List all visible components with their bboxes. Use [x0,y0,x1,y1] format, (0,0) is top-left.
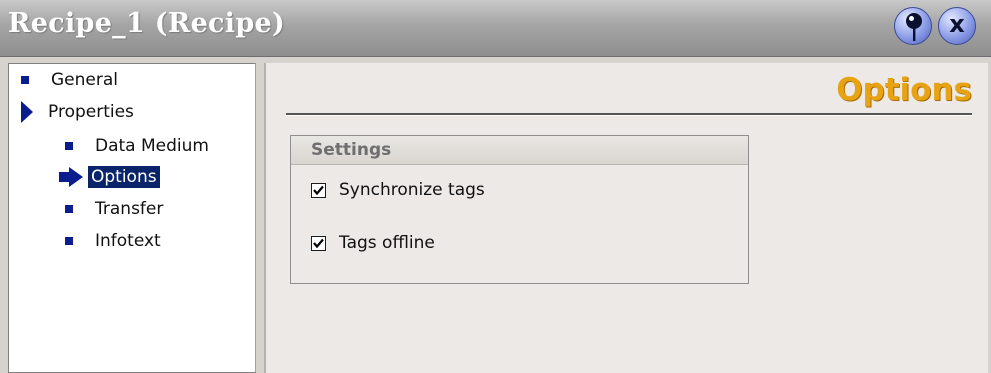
title-divider [286,113,972,116]
nav-item-label: Options [88,166,160,188]
nav-item-options[interactable]: Options [59,164,160,190]
square-bullet-icon [65,237,73,245]
nav-item-properties[interactable]: Properties [21,99,134,125]
page-title: Options [836,72,972,108]
settings-group-title: Settings [311,140,392,160]
settings-group-header: Settings [291,136,748,165]
square-bullet-icon [65,142,73,150]
checkmark-icon [313,185,324,195]
current-arrow-icon [59,167,83,187]
nav-item-label: Properties [48,102,134,122]
nav-item-label: Data Medium [95,136,209,156]
synchronize-tags-label: Synchronize tags [339,180,485,200]
nav-item-label: Transfer [95,199,164,219]
navigation-tree: General Properties Data Medium Options T… [8,63,256,373]
nav-item-label: General [51,70,118,90]
pin-button[interactable] [894,7,932,45]
expand-arrow-icon [21,101,33,123]
nav-item-infotext[interactable]: Infotext [65,228,161,254]
checkmark-icon [313,238,324,248]
settings-group: Settings Synchronize tags Tags offline [290,135,749,284]
nav-item-data-medium[interactable]: Data Medium [65,133,209,159]
pin-icon [906,13,922,41]
close-button[interactable]: x [938,7,976,45]
square-bullet-icon [21,76,29,84]
tags-offline-option[interactable]: Tags offline [311,233,435,253]
synchronize-tags-checkbox[interactable] [311,182,326,198]
title-bar[interactable]: Recipe_1 (Recipe) x [0,0,991,57]
synchronize-tags-option[interactable]: Synchronize tags [311,180,485,200]
nav-item-label: Infotext [95,231,161,251]
close-icon: x [949,10,965,38]
nav-item-general[interactable]: General [21,67,118,93]
window-title: Recipe_1 (Recipe) [8,8,286,39]
nav-item-transfer[interactable]: Transfer [65,196,163,222]
tags-offline-checkbox[interactable] [311,235,326,251]
square-bullet-icon [65,205,73,213]
options-panel: Options Settings Synchronize tags Tags o… [264,63,988,373]
recipe-properties-window: Recipe_1 (Recipe) x General Properties D… [0,0,991,373]
tags-offline-label: Tags offline [339,233,435,253]
